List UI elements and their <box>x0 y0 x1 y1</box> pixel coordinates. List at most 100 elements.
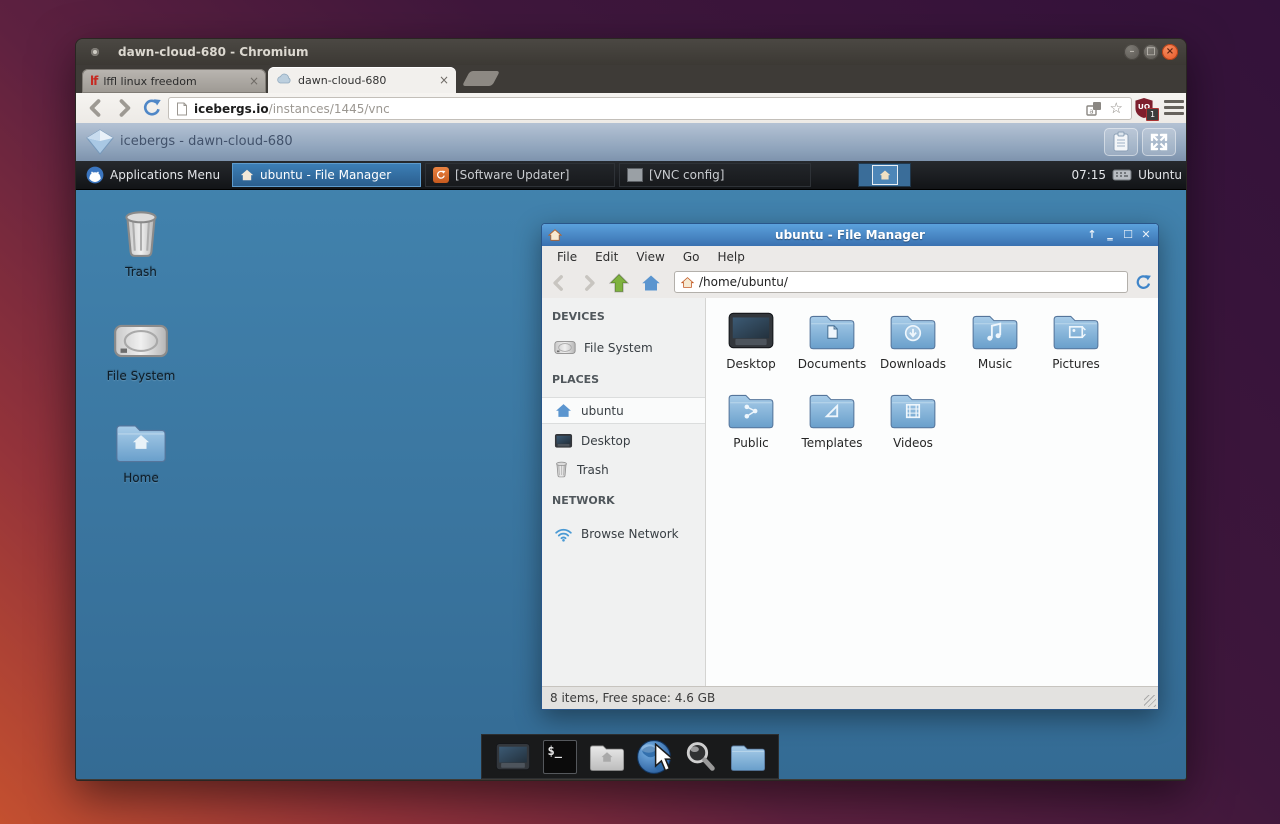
xfce-menu-icon <box>86 166 104 184</box>
hard-drive-icon <box>113 319 169 363</box>
reload-icon[interactable] <box>142 98 162 118</box>
file-list[interactable]: Desktop Documents Down <box>706 298 1158 686</box>
clock[interactable]: 07:15 <box>1071 168 1106 182</box>
browser-titlebar[interactable]: dawn-cloud-680 - Chromium – □ × <box>76 39 1186 65</box>
maximize-button[interactable]: ☐ <box>1119 224 1137 246</box>
applications-menu-button[interactable]: Applications Menu <box>78 163 228 187</box>
documents-folder-icon <box>807 310 857 352</box>
pictures-folder-icon <box>1051 310 1101 352</box>
videos-folder-icon <box>888 389 938 431</box>
fullscreen-button[interactable] <box>1142 128 1176 156</box>
file-documents[interactable]: Documents <box>792 310 872 371</box>
sidebar-item-browse-network[interactable]: Browse Network <box>542 520 705 547</box>
file-manager-icon[interactable] <box>729 739 767 775</box>
terminal-icon[interactable]: $_ <box>541 739 579 775</box>
menu-go[interactable]: Go <box>674 250 709 264</box>
browser-menu-icon[interactable] <box>1164 100 1184 116</box>
address-bar[interactable]: icebergs.io/instances/1445/vnc ☆ <box>168 97 1132 120</box>
menu-help[interactable]: Help <box>708 250 753 264</box>
home-folder-icon <box>113 419 169 465</box>
file-manager-titlebar[interactable]: ubuntu - File Manager ↑ ‗ ☐ ✕ <box>542 224 1158 246</box>
menu-bar: File Edit View Go Help <box>542 246 1158 267</box>
session-menu[interactable]: Ubuntu <box>1138 168 1182 182</box>
lffl-favicon-icon: lf <box>90 74 97 88</box>
minimize-button[interactable]: – <box>1124 44 1140 60</box>
clipboard-button[interactable] <box>1104 128 1138 156</box>
keyboard-indicator-icon[interactable] <box>1112 168 1132 182</box>
desktop-icon-label: File System <box>93 369 189 383</box>
show-desktop-icon[interactable] <box>494 739 532 775</box>
file-downloads[interactable]: Downloads <box>873 310 953 371</box>
browser-window: dawn-cloud-680 - Chromium – □ × lf lffl … <box>75 38 1187 781</box>
file-manager-body: DEVICES File System PLACES ubuntu De <box>542 298 1158 686</box>
menu-view[interactable]: View <box>627 250 673 264</box>
status-text: 8 items, Free space: 4.6 GB <box>550 691 715 705</box>
translate-icon[interactable] <box>1086 101 1102 117</box>
maximize-button[interactable]: □ <box>1143 44 1159 60</box>
file-manager-window: ubuntu - File Manager ↑ ‗ ☐ ✕ File Edit … <box>541 223 1159 710</box>
sidebar-item-trash[interactable]: Trash <box>542 456 705 483</box>
back-button[interactable] <box>546 270 572 295</box>
workspace-switcher[interactable] <box>858 163 911 187</box>
bookmark-star-icon[interactable]: ☆ <box>1110 101 1123 116</box>
file-manager-title: ubuntu - File Manager <box>542 224 1158 246</box>
refresh-button[interactable] <box>1130 270 1156 295</box>
task-software-updater[interactable]: [Software Updater] <box>425 163 615 187</box>
task-label: [VNC config] <box>649 168 724 182</box>
up-button[interactable] <box>606 270 632 295</box>
file-desktop[interactable]: Desktop <box>711 310 791 371</box>
dock: $_ <box>481 734 779 779</box>
task-file-manager[interactable]: ubuntu - File Manager <box>232 163 421 187</box>
close-button[interactable]: ✕ <box>1137 224 1155 246</box>
shade-button[interactable]: ↑ <box>1083 224 1101 246</box>
search-icon[interactable] <box>682 739 720 775</box>
desktop-icon <box>554 433 573 449</box>
menu-edit[interactable]: Edit <box>586 250 627 264</box>
minimize-button[interactable]: ‗ <box>1101 224 1119 246</box>
menu-file[interactable]: File <box>548 250 586 264</box>
trash-icon <box>554 461 569 478</box>
home-icon <box>554 402 573 419</box>
sidebar-item-file-system[interactable]: File System <box>542 334 705 361</box>
forward-button[interactable] <box>576 270 602 295</box>
location-bar[interactable]: /home/ubuntu/ <box>674 271 1128 293</box>
file-templates[interactable]: Templates <box>792 389 872 450</box>
tab-lffl[interactable]: lf lffl linux freedom × <box>82 69 266 93</box>
ubuntu-wallpaper: dawn-cloud-680 - Chromium – □ × lf lffl … <box>0 0 1280 824</box>
task-vnc-config[interactable]: [VNC config] <box>619 163 811 187</box>
resize-grip[interactable] <box>1144 695 1156 707</box>
desktop-icon-file-system[interactable]: File System <box>93 319 189 383</box>
tab-dawn-cloud[interactable]: dawn-cloud-680 × <box>268 67 456 93</box>
desktop-icon-label: Trash <box>93 265 189 279</box>
sidebar-item-ubuntu[interactable]: ubuntu <box>542 397 705 424</box>
trash-icon <box>120 209 162 259</box>
url-path: /instances/1445/vnc <box>269 102 390 116</box>
file-pictures[interactable]: Pictures <box>1036 310 1116 371</box>
close-button[interactable]: × <box>1162 44 1178 60</box>
file-public[interactable]: Public <box>711 389 791 450</box>
status-bar: 8 items, Free space: 4.6 GB <box>542 686 1158 709</box>
adblock-extension-icon[interactable]: 1 <box>1134 97 1154 119</box>
desktop-icon-home[interactable]: Home <box>93 419 189 485</box>
sidebar-header-places: PLACES <box>552 373 599 386</box>
cloud-favicon-icon <box>276 73 292 87</box>
tab-close-icon[interactable]: × <box>249 74 259 88</box>
tab-close-icon[interactable]: × <box>439 73 449 87</box>
file-music[interactable]: Music <box>955 310 1035 371</box>
home-icon <box>879 169 891 181</box>
back-icon[interactable] <box>86 98 106 118</box>
desktop-icon-trash[interactable]: Trash <box>93 209 189 279</box>
forward-icon[interactable] <box>114 98 134 118</box>
file-videos[interactable]: Videos <box>873 389 953 450</box>
applications-menu-label: Applications Menu <box>110 168 220 182</box>
music-folder-icon <box>970 310 1020 352</box>
downloads-folder-icon <box>888 310 938 352</box>
vnc-desktop[interactable]: Applications Menu ubuntu - File Manager … <box>76 161 1186 779</box>
home-folder-icon[interactable] <box>588 739 626 775</box>
tab-label: lffl linux freedom <box>103 75 242 88</box>
public-folder-icon <box>726 389 776 431</box>
home-button[interactable] <box>638 270 664 295</box>
task-label: ubuntu - File Manager <box>260 168 391 182</box>
sidebar-item-desktop[interactable]: Desktop <box>542 427 705 454</box>
new-tab-button[interactable] <box>462 71 500 86</box>
